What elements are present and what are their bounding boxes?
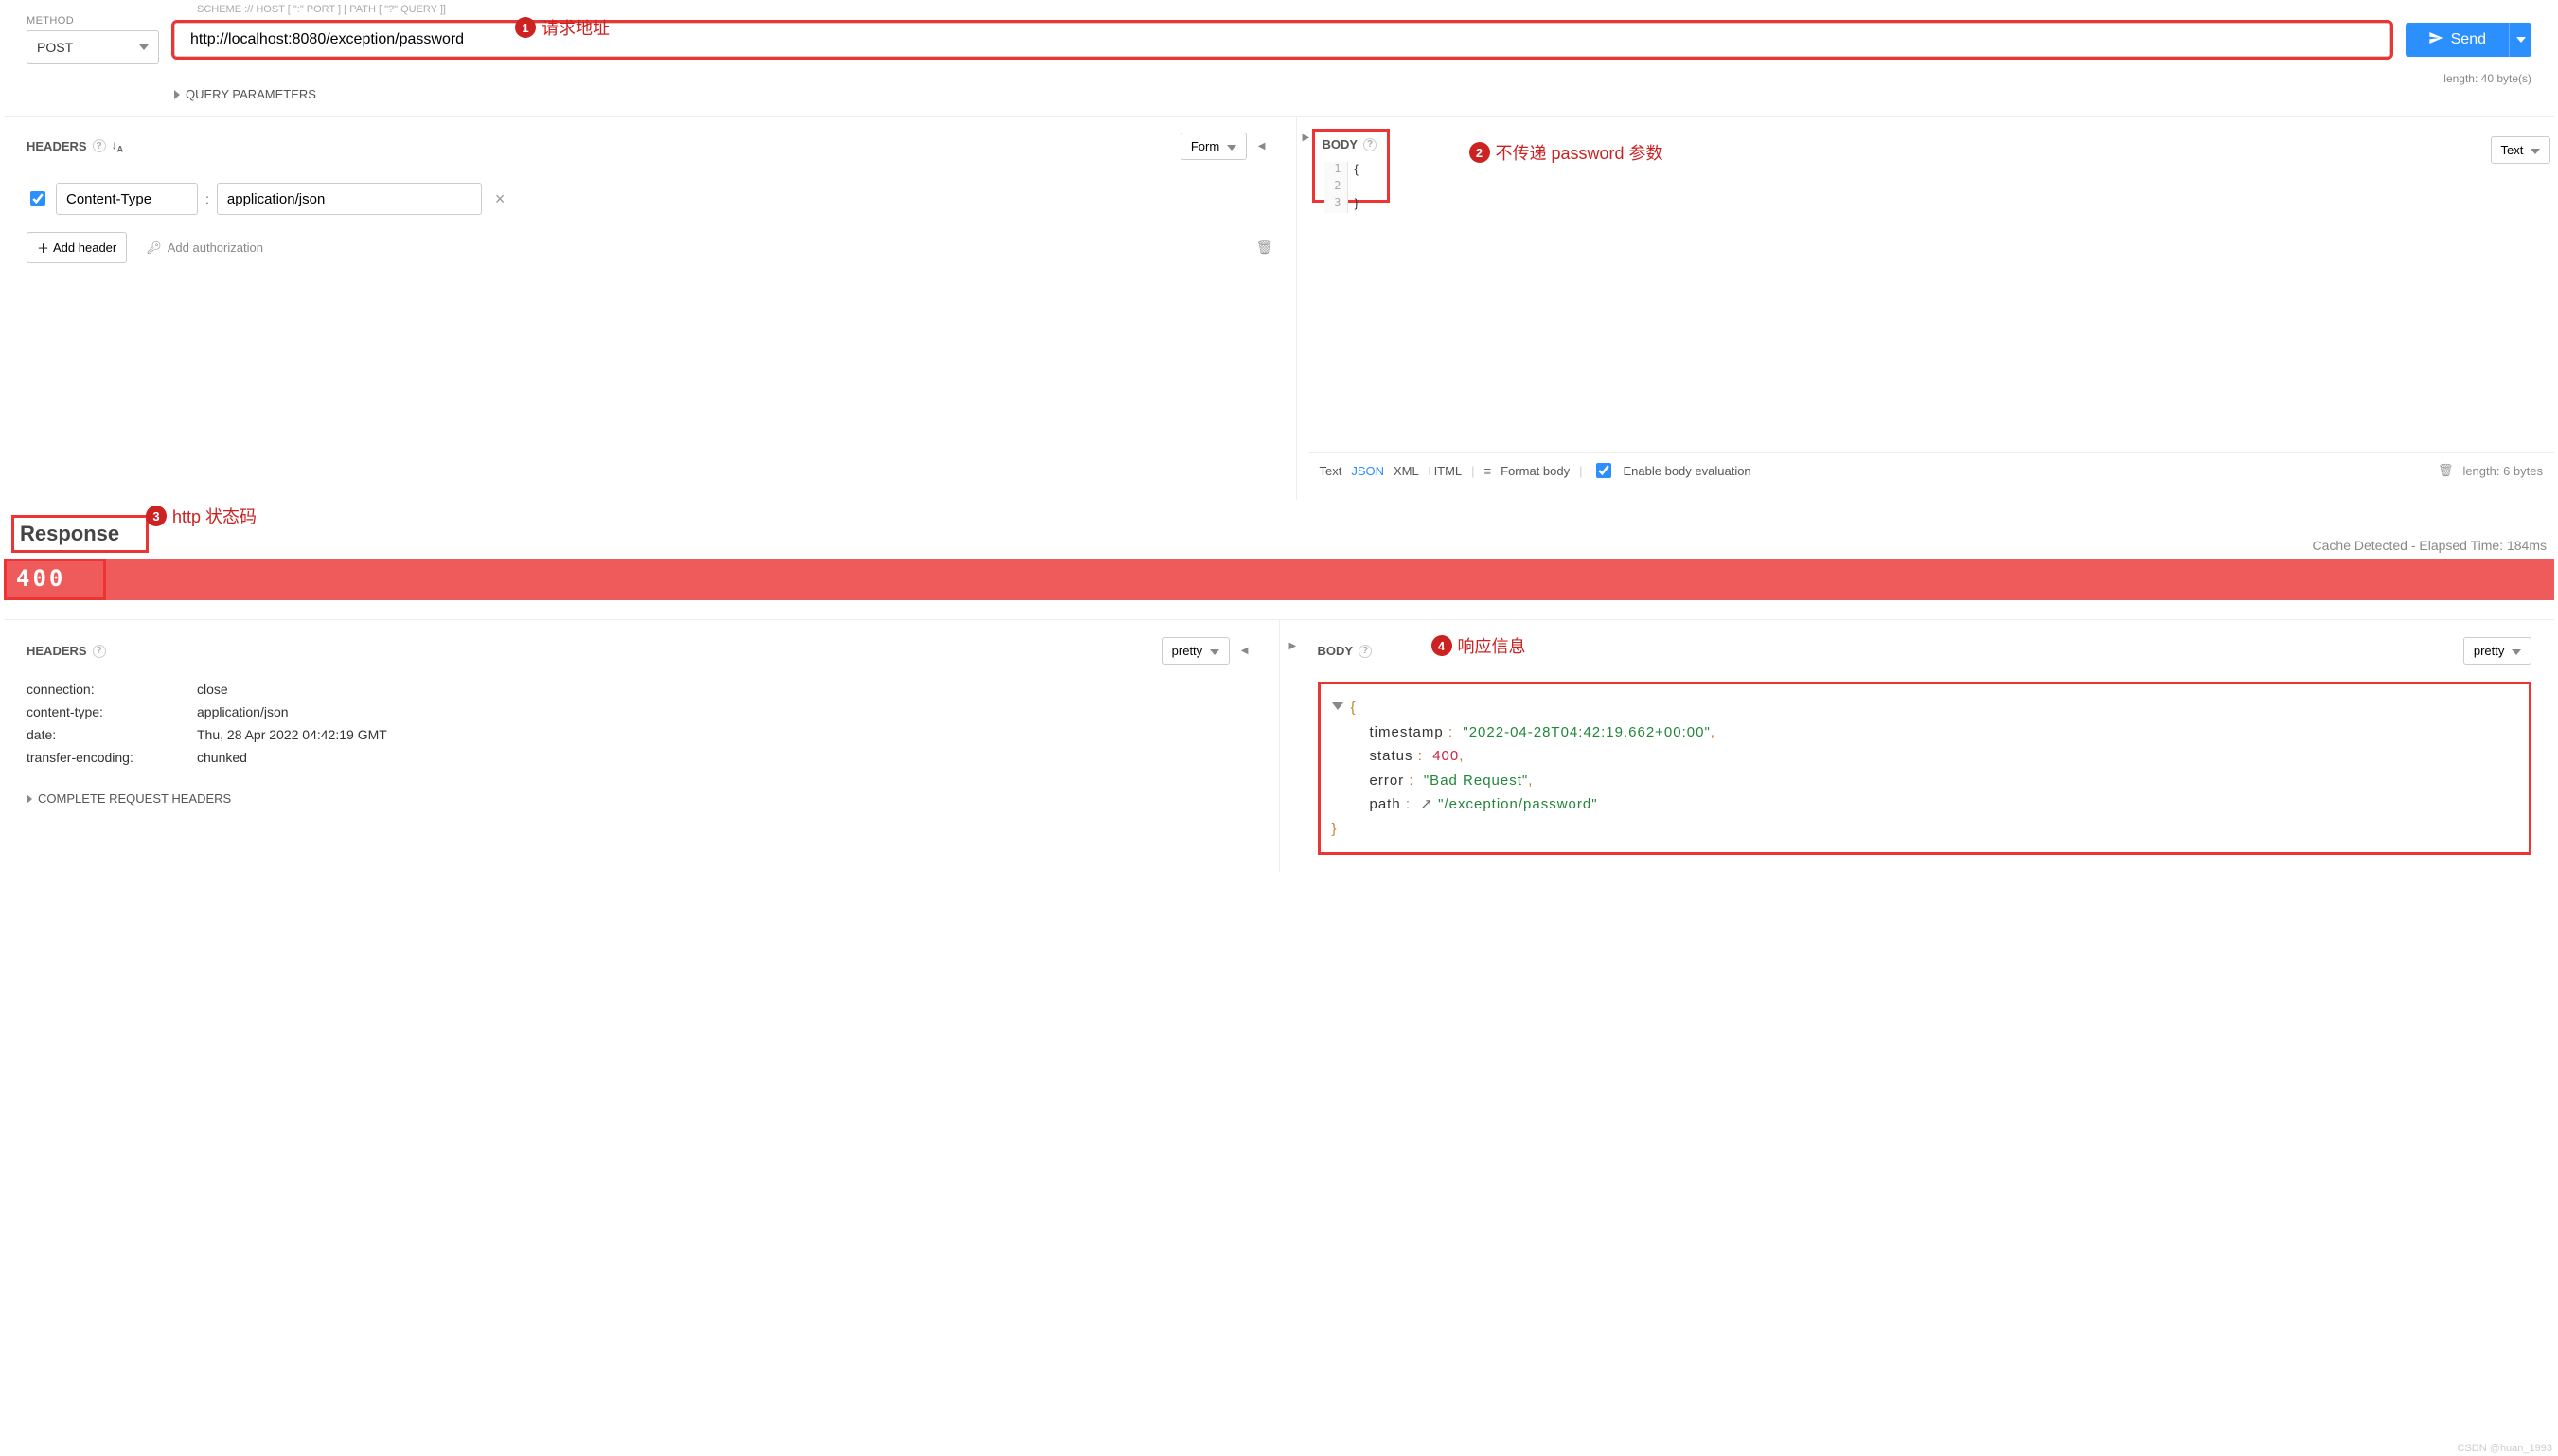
key-icon: 🔑︎ <box>146 240 162 256</box>
format-body-icon: ≡ <box>1484 464 1492 478</box>
resp-header-key: connection: <box>27 682 197 697</box>
caret-down-icon[interactable] <box>1332 702 1343 710</box>
body-title: BODY <box>1323 137 1359 151</box>
method-label: METHOD <box>27 15 159 27</box>
response-body-pretty-button[interactable]: pretty <box>2463 637 2531 665</box>
header-enabled-checkbox[interactable] <box>30 191 45 206</box>
plus-icon: ＋ <box>37 239 49 257</box>
external-link-icon[interactable]: ↗︎ <box>1420 796 1433 812</box>
body-type-xml[interactable]: XML <box>1394 464 1419 478</box>
chevron-down-icon <box>1210 649 1219 655</box>
url-input[interactable] <box>174 23 2390 57</box>
body-length-text: length: 6 bytes <box>2462 464 2543 478</box>
header-name-input[interactable] <box>56 183 198 215</box>
headers-title: HEADERS <box>27 139 87 153</box>
send-button[interactable]: Send <box>2406 23 2509 57</box>
delete-header-icon[interactable]: × <box>489 189 511 209</box>
chevron-down-icon <box>2512 649 2521 655</box>
body-type-json[interactable]: JSON <box>1351 464 1384 478</box>
help-icon[interactable]: ? <box>1363 138 1377 151</box>
cache-info: Cache Detected - Elapsed Time: 184ms <box>2313 538 2547 553</box>
annotation-badge-2: 2 <box>1469 142 1490 163</box>
trash-icon[interactable]: 🗑︎ <box>2438 463 2454 478</box>
chevron-down-icon <box>2531 149 2540 154</box>
resp-header-key: transfer-encoding: <box>27 750 197 765</box>
format-body-link[interactable]: Format body <box>1501 464 1570 478</box>
response-status-code: 400 <box>4 559 106 600</box>
resp-header-val: chunked <box>197 750 1256 765</box>
complete-request-headers-toggle[interactable]: COMPLETE REQUEST HEADERS <box>27 791 1256 806</box>
url-length-text: length: 40 byte(s) <box>4 72 2554 85</box>
resp-header-key: content-type: <box>27 704 197 719</box>
resp-header-val: Thu, 28 Apr 2022 04:42:19 GMT <box>197 727 1256 742</box>
headers-form-button[interactable]: Form <box>1181 133 1247 160</box>
expand-right-icon[interactable]: ▶ <box>1282 641 1305 651</box>
header-value-input[interactable] <box>217 183 482 215</box>
resp-header-val: close <box>197 682 1256 697</box>
response-headers-pretty-button[interactable]: pretty <box>1162 637 1230 665</box>
response-path-link[interactable]: "/exception/password" <box>1438 796 1597 812</box>
chevron-down-icon <box>139 44 149 50</box>
caret-right-icon <box>174 90 180 99</box>
collapse-left-icon[interactable]: ◀ <box>1234 646 1256 656</box>
collapse-left-icon[interactable]: ◀ <box>1251 141 1273 151</box>
chevron-down-icon <box>2516 37 2526 43</box>
caret-right-icon <box>27 794 32 804</box>
enable-body-label: Enable body evaluation <box>1624 464 1751 478</box>
watermark: CSDN @huan_1993 <box>2458 1443 2552 1454</box>
body-type-html[interactable]: HTML <box>1429 464 1462 478</box>
method-select[interactable]: POST <box>27 30 159 64</box>
resp-header-key: date: <box>27 727 197 742</box>
enable-body-checkbox[interactable] <box>1596 463 1611 478</box>
chevron-down-icon <box>1227 145 1236 151</box>
add-header-button[interactable]: ＋ Add header <box>27 232 127 263</box>
url-scheme-hint: SCHEME :// HOST [ ":" PORT ] [ PATH [ "?… <box>197 4 446 15</box>
help-icon[interactable]: ? <box>93 645 106 658</box>
resp-header-val: application/json <box>197 704 1256 719</box>
query-parameters-toggle[interactable]: QUERY PARAMETERS <box>4 87 2554 101</box>
request-body-editor[interactable]: { } <box>1355 162 1359 213</box>
response-headers-title: HEADERS <box>27 644 87 658</box>
sort-icon[interactable]: ↓A <box>112 138 124 153</box>
help-icon[interactable]: ? <box>93 139 106 152</box>
annotation-text-2: 不传递 password 参数 <box>1496 140 1663 165</box>
help-icon[interactable]: ? <box>1359 645 1372 658</box>
response-body-title: BODY <box>1318 644 1354 658</box>
trash-icon[interactable]: 🗑︎ <box>1256 240 1273 256</box>
body-text-button[interactable]: Text <box>2491 136 2550 164</box>
response-title: Response <box>20 522 119 545</box>
send-dropdown[interactable] <box>2509 23 2531 57</box>
response-body-json: { timestamp : "2022-04-28T04:42:19.662+0… <box>1318 682 2532 855</box>
add-authorization-link[interactable]: 🔑︎ Add authorization <box>146 240 263 256</box>
send-icon <box>2428 30 2443 50</box>
body-type-text[interactable]: Text <box>1320 464 1342 478</box>
method-value: POST <box>37 40 73 55</box>
